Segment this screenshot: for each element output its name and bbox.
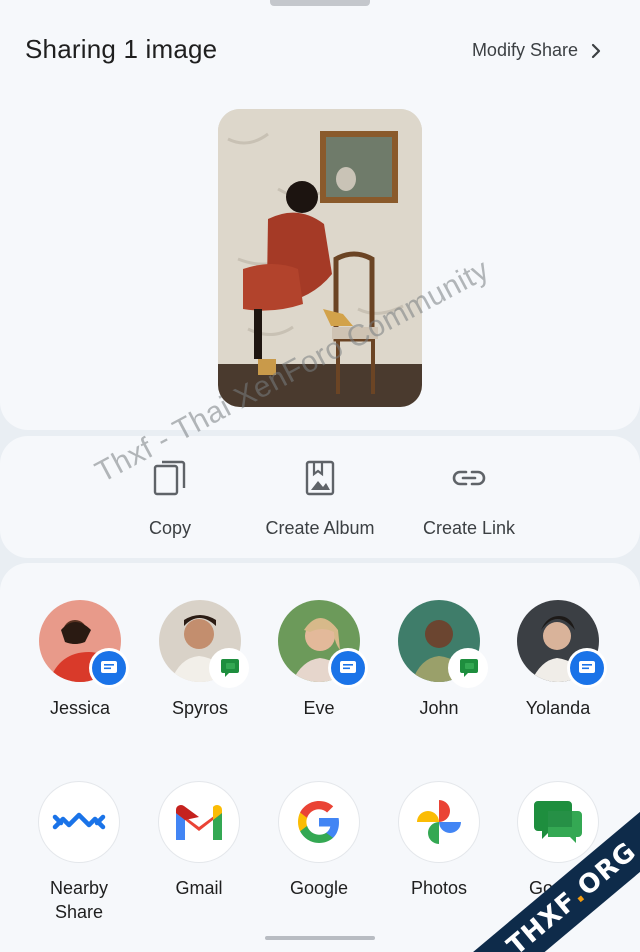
google-chat-icon (534, 801, 582, 843)
shared-photo (218, 109, 422, 407)
app-gmail[interactable]: Gmail (139, 782, 259, 900)
google-icon (298, 801, 339, 843)
avatar (159, 600, 249, 688)
contact-jessica[interactable]: Jessica (20, 600, 140, 719)
app-name-line2: Share (54, 902, 104, 922)
contact-name: Spyros (171, 698, 229, 718)
app-name-line1: Nearby (49, 878, 109, 898)
drag-handle[interactable] (270, 0, 370, 6)
contact-eve[interactable]: Eve (259, 600, 379, 719)
avatar (39, 600, 129, 688)
messages-badge (567, 648, 607, 688)
chevron-right-icon (591, 43, 601, 58)
modify-share-button[interactable]: Modify Share (472, 40, 604, 61)
album-icon (305, 460, 335, 496)
chat-badge (448, 648, 488, 688)
copy-button[interactable]: Copy (95, 458, 245, 539)
image-preview[interactable] (218, 109, 422, 407)
quick-actions-card: Copy Create Album Create Link (0, 436, 640, 558)
modify-share-label: Modify Share (471, 40, 578, 60)
app-name-line1: Photos (410, 878, 468, 898)
messages-icon (340, 661, 356, 673)
app-name-line1: Google (289, 878, 349, 898)
avatar (517, 600, 607, 688)
link-icon (452, 470, 486, 486)
messages-icon (579, 661, 595, 673)
gmail-icon (176, 805, 222, 840)
avatar (278, 600, 368, 688)
create-link-button[interactable]: Create Link (394, 458, 544, 539)
contact-name: John (419, 698, 459, 718)
share-sheet: Sharing 1 image Modify Share Copy Create… (0, 0, 640, 952)
contact-name: Yolanda (525, 698, 591, 718)
contact-name: Jessica (49, 698, 111, 718)
messages-icon (101, 661, 117, 673)
share-header-card: Sharing 1 image Modify Share (0, 0, 640, 430)
gesture-nav-bar[interactable] (265, 936, 375, 940)
copy-label: Copy (148, 518, 192, 538)
create-album-button[interactable]: Create Album (245, 458, 395, 539)
contact-name: Eve (303, 698, 335, 718)
photos-icon (417, 800, 461, 844)
messages-badge (89, 648, 129, 688)
create-album-label: Create Album (265, 518, 375, 538)
nearby-share-icon (52, 812, 106, 830)
google-chat-small-icon (460, 659, 478, 677)
app-name-line1: Gmail (175, 878, 223, 898)
app-nearby-share[interactable]: Nearby Share (19, 782, 139, 924)
chat-badge (209, 648, 249, 688)
copy-icon (153, 460, 186, 496)
contact-john[interactable]: John (379, 600, 499, 719)
contact-yolanda[interactable]: Yolanda (498, 600, 618, 719)
app-google[interactable]: Google (259, 782, 379, 900)
google-chat-small-icon (221, 659, 239, 677)
contact-spyros[interactable]: Spyros (140, 600, 260, 719)
messages-badge (328, 648, 368, 688)
create-link-label: Create Link (422, 518, 516, 538)
page-title: Sharing 1 image (25, 34, 218, 64)
app-photos[interactable]: Photos (379, 782, 499, 900)
avatar (398, 600, 488, 688)
